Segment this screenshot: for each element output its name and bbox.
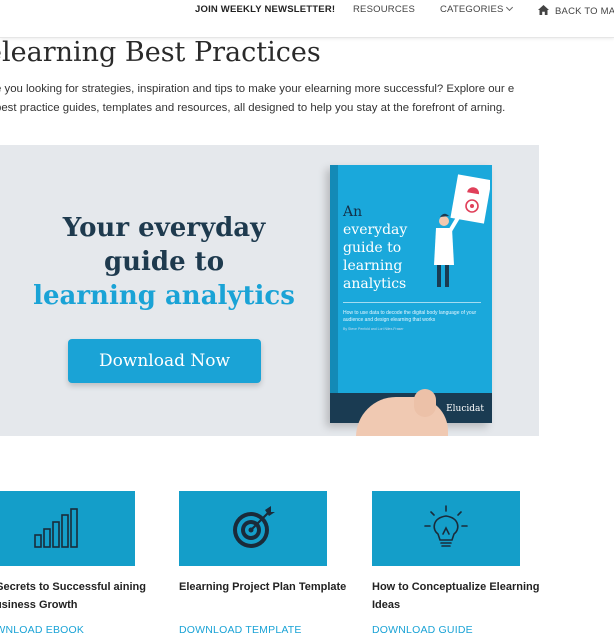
promo-banner[interactable]: Your everyday guide to learning analytic…	[0, 145, 539, 436]
nav-resources-link[interactable]: RESOURCES	[353, 4, 415, 15]
banner-heading-line1: Your everyday	[62, 213, 266, 243]
top-navigation: JOIN WEEKLY NEWSLETTER! RESOURCES CATEGO…	[0, 0, 614, 38]
chevron-down-icon	[505, 3, 513, 12]
home-icon	[538, 5, 549, 15]
ebook-cover: An everyday guide to learning analytics …	[330, 165, 492, 423]
book-title-line: guide to	[343, 240, 402, 256]
book-divider	[343, 302, 481, 303]
banner-heading-line3: learning analytics	[33, 281, 295, 311]
lightbulb-icon	[424, 505, 468, 547]
book-title-line: An	[343, 204, 363, 220]
download-now-button[interactable]: Download Now	[68, 339, 261, 383]
intro-text: e you looking for strategies, inspiratio…	[0, 83, 515, 114]
card-tile[interactable]	[179, 491, 327, 566]
card-title: Elearning Project Plan Template	[179, 581, 347, 593]
bar-chart-icon	[34, 508, 78, 548]
book-brand-logo: Elucidat	[446, 404, 484, 414]
banner-heading-line2: guide to	[103, 247, 225, 277]
nav-categories-menu[interactable]: CATEGORIES	[440, 3, 513, 15]
page-title: elearning Best Practices	[0, 37, 321, 68]
nav-back-label: BACK TO MAI	[555, 6, 614, 17]
book-spine	[330, 165, 338, 423]
card-title: e Secrets to Successful aining Business …	[0, 581, 146, 611]
book-authors: By Steve Penfold and Lori Nilex-Fraser	[343, 327, 404, 331]
card-tile[interactable]	[0, 491, 135, 566]
book-title-line: analytics	[343, 276, 407, 292]
download-guide-link[interactable]: DOWNLOAD GUIDE	[372, 624, 473, 636]
nav-newsletter-link[interactable]: JOIN WEEKLY NEWSLETTER!	[195, 4, 335, 15]
book-title-line: learning	[343, 258, 403, 274]
book-title-line: everyday	[343, 222, 408, 238]
book-subtitle: How to use data to decode the digital bo…	[343, 310, 477, 323]
thumb	[414, 389, 436, 417]
download-ebook-link[interactable]: OWNLOAD EBOOK	[0, 624, 84, 636]
banner-heading: Your everyday guide to learning analytic…	[22, 211, 306, 313]
card-tile[interactable]	[372, 491, 520, 566]
nav-back-link[interactable]: BACK TO MAI	[538, 4, 614, 17]
target-icon	[233, 506, 275, 548]
card-title: How to Conceptualize Elearning Ideas	[372, 581, 540, 611]
analyst-illustration-icon	[434, 174, 490, 287]
download-template-link[interactable]: DOWNLOAD TEMPLATE	[179, 624, 302, 636]
nav-categories-label: CATEGORIES	[440, 4, 504, 15]
book-title: An everyday guide to learning analytics	[343, 203, 433, 293]
